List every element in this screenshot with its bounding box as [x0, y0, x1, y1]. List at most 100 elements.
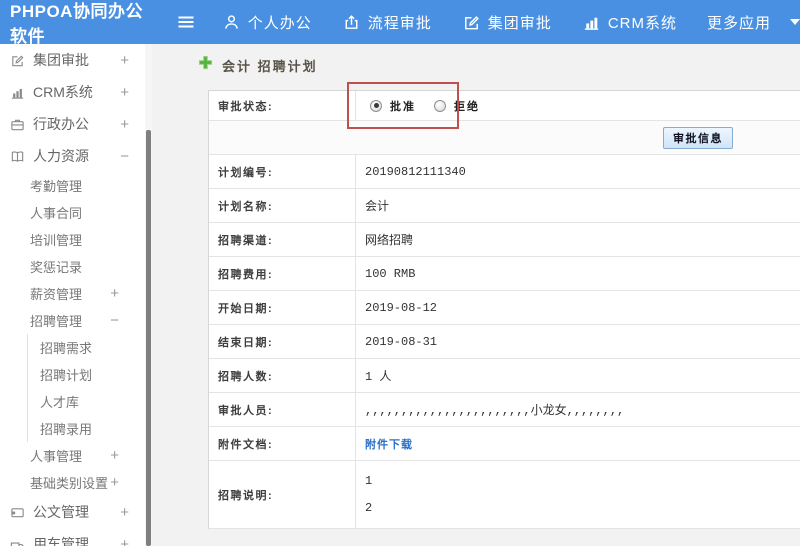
sidebar-item-label: 招聘需求 [40, 341, 93, 356]
nav-more-apps[interactable]: 更多应用 [707, 12, 800, 33]
page-title: 会计 招聘计划 [198, 55, 318, 75]
table-row: 计划编号: 20190812111340 [209, 155, 800, 189]
sidebar-item-label: 人事管理 [30, 449, 83, 464]
collapse-icon: − [120, 147, 129, 165]
sidebar-item-label: 培训管理 [30, 233, 83, 248]
expand-icon: + [120, 535, 129, 546]
document-icon [10, 505, 25, 520]
expand-icon: + [120, 115, 129, 133]
expand-icon: + [120, 51, 129, 69]
sidebar-item-personnel-mgmt[interactable]: 人事管理 + [0, 442, 145, 469]
nav-label: CRM系统 [607, 14, 677, 32]
page-title-text: 会计 招聘计划 [222, 58, 318, 74]
sidebar-item-training-mgmt[interactable]: 培训管理 [0, 226, 145, 253]
sidebar-item-reward-punishment[interactable]: 奖惩记录 [0, 253, 145, 280]
field-value: 2019-08-12 [365, 300, 438, 315]
sidebar-item-label: 集团审批 [33, 52, 89, 68]
sidebar-item-label: 人事合同 [30, 206, 83, 221]
top-navbar: PHPOA协同办公软件 个人办公 流程审批 集团审批 CRM系统 更多应用 [0, 0, 800, 47]
field-label: 计划编号: [209, 155, 356, 188]
field-value: 1 人 [365, 370, 392, 384]
approval-button-row: 审批信息 [209, 121, 800, 155]
sidebar-item-label: 人力资源 [33, 148, 89, 164]
approval-info-button[interactable]: 审批信息 [663, 127, 733, 149]
menu-toggle-icon[interactable] [176, 12, 196, 32]
table-row: 审批人员: ,,,,,,,,,,,,,,,,,,,,,,,小龙女,,,,,,,, [209, 393, 800, 427]
collapse-icon: − [110, 312, 119, 329]
field-label: 审批状态: [209, 91, 356, 120]
book-icon [10, 149, 25, 164]
sidebar-item-label: 公文管理 [33, 504, 89, 520]
sidebar-item-label: 薪资管理 [30, 287, 83, 302]
sidebar-item-label: 基础类别设置 [30, 476, 109, 491]
sidebar-item-vehicle-mgmt[interactable]: 用车管理 + [0, 528, 145, 546]
sidebar-item-crm-system[interactable]: CRM系统 + [0, 76, 145, 108]
sidebar-item-recruitment-plan[interactable]: 招聘计划 [0, 361, 145, 388]
sidebar-item-label: 奖惩记录 [30, 260, 83, 275]
person-icon [222, 13, 241, 32]
sidebar-item-recruitment-mgmt[interactable]: 招聘管理 − [0, 307, 145, 334]
field-value: 网络招聘 [365, 234, 414, 248]
app-logo[interactable]: PHPOA协同办公软件 [10, 0, 160, 47]
radio-approve-label: 批准 [390, 100, 416, 113]
sidebar-scrollbar-thumb[interactable] [146, 130, 151, 546]
field-label: 附件文档: [209, 427, 356, 460]
field-label: 招聘渠道: [209, 223, 356, 256]
table-row: 结束日期: 2019-08-31 [209, 325, 800, 359]
edit-icon [10, 53, 25, 68]
nav-workflow-approval[interactable]: 流程审批 [342, 12, 432, 33]
sidebar-item-attendance-mgmt[interactable]: 考勤管理 [0, 172, 145, 199]
sidebar-item-admin-office[interactable]: 行政办公 + [0, 108, 145, 140]
radio-reject-label: 拒绝 [454, 100, 480, 113]
sidebar-item-label: 考勤管理 [30, 179, 83, 194]
sidebar-item-recruitment-demand[interactable]: 招聘需求 [0, 334, 145, 361]
table-row: 招聘费用: 100 RMB [209, 257, 800, 291]
nav-label: 集团审批 [487, 14, 552, 32]
radio-reject[interactable] [434, 99, 446, 112]
recruitment-plan-form: 审批状态: 批准 拒绝 审批信息 计划编号: 20190812111340 计划… [208, 90, 800, 529]
field-value: 20190812111340 [365, 164, 466, 179]
sidebar-item-recruitment-hiring[interactable]: 招聘录用 [0, 415, 145, 442]
nav-label: 个人办公 [247, 14, 312, 32]
field-label: 招聘说明: [209, 461, 356, 528]
field-label: 计划名称: [209, 189, 356, 222]
sidebar-item-group-approval[interactable]: 集团审批 + [0, 44, 145, 76]
sidebar-item-label: 招聘录用 [40, 422, 93, 437]
car-icon [10, 537, 25, 546]
nav-crm-system[interactable]: CRM系统 [582, 12, 677, 33]
sidebar-item-hr-contracts[interactable]: 人事合同 [0, 199, 145, 226]
field-value: 会计 [365, 200, 390, 214]
radio-approve[interactable] [370, 99, 382, 112]
field-label: 招聘费用: [209, 257, 356, 290]
plus-icon [198, 55, 213, 75]
workflow-icon [342, 13, 361, 32]
nav-label: 更多应用 [706, 14, 771, 32]
bar-chart-icon [10, 85, 25, 100]
sidebar-item-label: CRM系统 [33, 84, 93, 100]
sidebar-item-label: 招聘管理 [30, 314, 83, 329]
field-label: 开始日期: [209, 291, 356, 324]
table-row: 附件文档: 附件下载 [209, 427, 800, 461]
nav-personal-office[interactable]: 个人办公 [222, 12, 312, 33]
nav-group-approval[interactable]: 集团审批 [462, 12, 552, 33]
expand-icon: + [110, 285, 119, 302]
sidebar-item-talent-pool[interactable]: 人才库 [0, 388, 145, 415]
caret-down-icon [790, 19, 800, 25]
field-label: 招聘人数: [209, 359, 356, 392]
sidebar-item-document-mgmt[interactable]: 公文管理 + [0, 496, 145, 528]
sidebar-item-label: 人才库 [40, 395, 80, 410]
edit-icon [462, 13, 481, 32]
field-value: 1 2 [365, 473, 373, 515]
bar-chart-icon [582, 13, 601, 32]
attachment-download-link[interactable]: 附件下载 [365, 436, 413, 452]
field-label: 审批人员: [209, 393, 356, 426]
approval-options: 批准 拒绝 [356, 91, 800, 120]
sidebar-item-salary-mgmt[interactable]: 薪资管理 + [0, 280, 145, 307]
expand-icon: + [120, 503, 129, 521]
table-row: 招聘渠道: 网络招聘 [209, 223, 800, 257]
field-label: 结束日期: [209, 325, 356, 358]
sidebar-item-human-resources[interactable]: 人力资源 − [0, 140, 145, 172]
table-row: 招聘人数: 1 人 [209, 359, 800, 393]
table-row: 招聘说明: 1 2 [209, 461, 800, 529]
sidebar-item-base-category-settings[interactable]: 基础类别设置 + [0, 469, 145, 496]
